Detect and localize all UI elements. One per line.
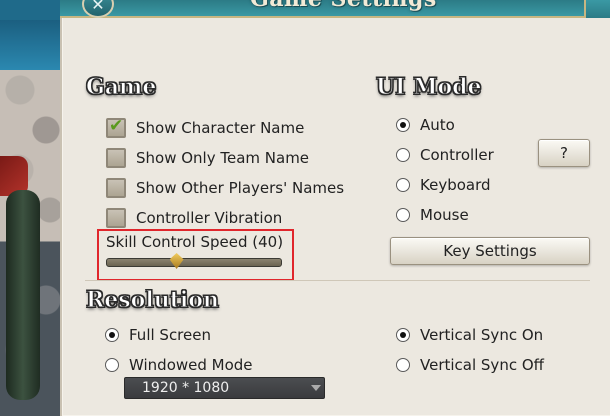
chevron-down-icon <box>311 385 321 391</box>
option-show-character-name[interactable]: Show Character Name <box>106 116 305 138</box>
checkbox-icon[interactable] <box>106 148 126 168</box>
background-character <box>6 190 40 400</box>
option-label: Controller Vibration <box>136 209 283 227</box>
radio-icon[interactable] <box>105 358 119 372</box>
radio-label: Vertical Sync On <box>420 326 544 344</box>
ui-mode-mouse[interactable]: Mouse <box>396 206 469 224</box>
radio-selected-icon[interactable] <box>396 328 410 342</box>
ui-mode-auto[interactable]: Auto <box>396 116 455 134</box>
option-controller-vibration[interactable]: Controller Vibration <box>106 208 282 228</box>
window-title: Game Settings <box>250 0 437 12</box>
checkbox-icon[interactable] <box>106 208 126 228</box>
display-windowed-mode[interactable]: Windowed Mode <box>105 356 253 374</box>
game-section-title: Game <box>85 74 157 101</box>
radio-label: Auto <box>420 116 455 134</box>
ui-mode-keyboard[interactable]: Keyboard <box>396 176 491 194</box>
key-settings-button[interactable]: Key Settings <box>390 237 590 265</box>
controller-help-button[interactable]: ? <box>538 139 590 167</box>
option-label: Show Only Team Name <box>136 149 310 167</box>
checkbox-checked-icon[interactable] <box>106 116 126 138</box>
vsync-on[interactable]: Vertical Sync On <box>396 326 543 344</box>
radio-label: Vertical Sync Off <box>420 356 544 374</box>
radio-icon[interactable] <box>396 358 410 372</box>
title-corner-ornament <box>584 0 610 18</box>
skill-speed-label: Skill Control Speed (40) <box>106 233 284 251</box>
option-label: Show Other Players' Names <box>136 179 345 197</box>
vsync-off[interactable]: Vertical Sync Off <box>396 356 544 374</box>
radio-selected-icon[interactable] <box>105 328 119 342</box>
radio-label: Full Screen <box>129 326 211 344</box>
radio-label: Keyboard <box>420 176 491 194</box>
radio-label: Controller <box>420 146 494 164</box>
section-divider <box>85 280 590 281</box>
option-show-only-team-name[interactable]: Show Only Team Name <box>106 148 309 168</box>
close-icon: ✕ <box>91 0 105 14</box>
ui-mode-controller[interactable]: Controller <box>396 146 494 164</box>
option-label: Show Character Name <box>136 119 305 137</box>
resolution-dropdown[interactable]: 1920 * 1080 <box>124 377 325 399</box>
display-full-screen[interactable]: Full Screen <box>105 326 211 344</box>
radio-icon[interactable] <box>396 208 410 222</box>
option-show-other-players-names[interactable]: Show Other Players' Names <box>106 178 344 198</box>
ui-mode-section-title: UI Mode <box>376 74 483 101</box>
radio-icon[interactable] <box>396 178 410 192</box>
resolution-section-title: Resolution <box>86 287 220 314</box>
radio-label: Mouse <box>420 206 469 224</box>
checkbox-icon[interactable] <box>106 178 126 198</box>
radio-label: Windowed Mode <box>129 356 253 374</box>
radio-selected-icon[interactable] <box>396 118 410 132</box>
skill-speed-slider[interactable] <box>106 253 282 269</box>
resolution-value: 1920 * 1080 <box>142 380 230 396</box>
radio-icon[interactable] <box>396 148 410 162</box>
